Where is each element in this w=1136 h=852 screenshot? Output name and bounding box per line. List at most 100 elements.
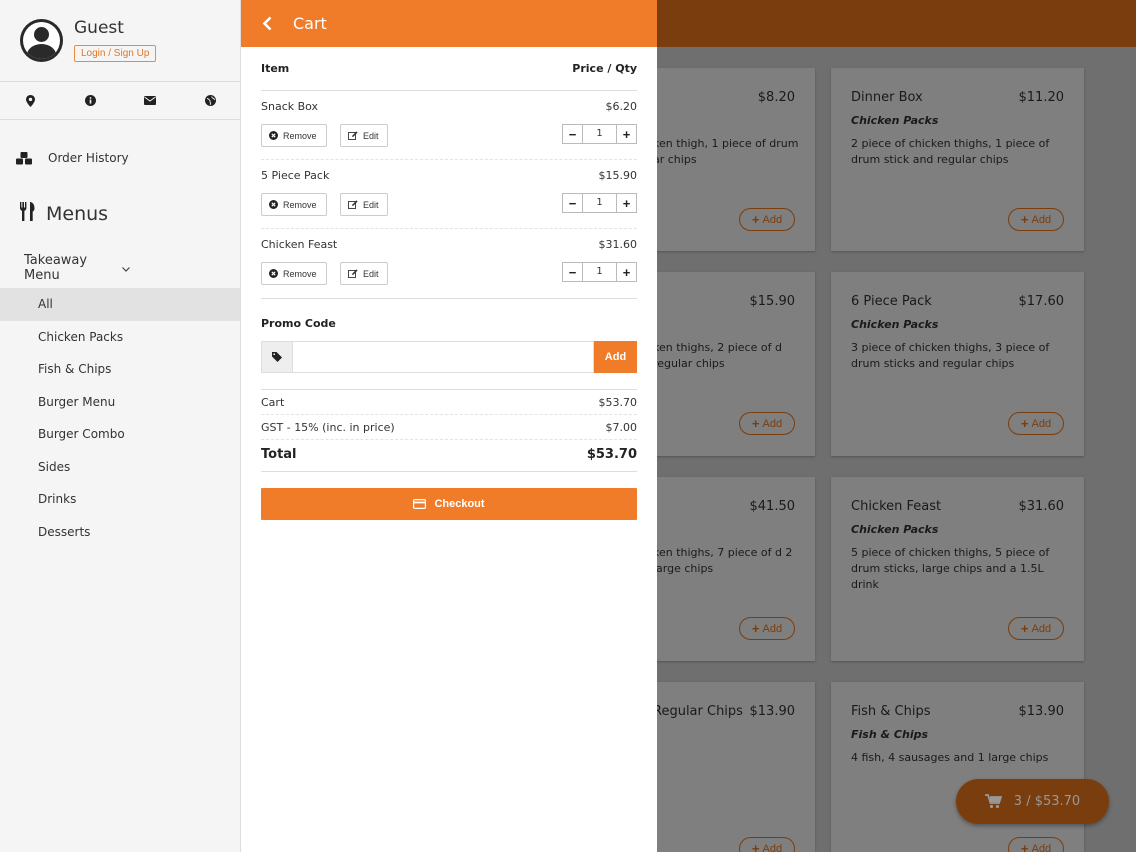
category-item-chicken-packs[interactable]: Chicken Packs: [0, 321, 240, 354]
category-item-sides[interactable]: Sides: [0, 451, 240, 484]
info-icon[interactable]: [60, 82, 120, 119]
card-description: ken thighs, 7 piece of d 2 large chips: [653, 546, 793, 575]
remove-item-button[interactable]: Remove: [261, 124, 327, 147]
column-item-label: Item: [261, 62, 290, 75]
cart-summary-fab[interactable]: 3 / $53.70: [956, 779, 1109, 824]
card-price: $31.60: [1018, 499, 1065, 514]
quantity-stepper: − 1 +: [562, 262, 637, 282]
cart-line-item: Chicken Feast $31.60 Remove Edit − 1 +: [261, 229, 637, 298]
login-signup-button[interactable]: Login / Sign Up: [74, 45, 157, 62]
info-icon-row: [0, 82, 240, 120]
total-value: $53.70: [586, 447, 637, 462]
card-name: 6 Piece Pack: [851, 294, 932, 309]
increase-qty-button[interactable]: +: [616, 124, 637, 144]
card-description: ken thighs, 2 piece of d regular chips: [653, 341, 782, 370]
decrease-qty-button[interactable]: −: [562, 124, 583, 144]
promo-code-input[interactable]: [293, 341, 594, 373]
gst-label: GST - 15% (inc. in price): [261, 420, 395, 434]
item-price: $6.20: [605, 100, 638, 113]
increase-qty-button[interactable]: +: [616, 193, 637, 213]
card-description: 5 piece of chicken thighs, 5 piece of dr…: [851, 546, 1050, 591]
column-price-qty-label: Price / Qty: [572, 62, 637, 75]
tag-icon: [261, 341, 293, 373]
card-description: 3 piece of chicken thighs, 3 piece of dr…: [851, 341, 1050, 370]
sidebar: Guest Login / Sign Up Order History Menu…: [0, 0, 241, 852]
item-price: $31.60: [598, 238, 638, 251]
card-price: $8.20: [757, 90, 795, 105]
card-add-button[interactable]: + Add: [739, 412, 795, 435]
category-item-burger-combo[interactable]: Burger Combo: [0, 418, 240, 451]
back-arrow-icon[interactable]: [241, 16, 293, 31]
order-history-link[interactable]: Order History: [0, 140, 240, 176]
remove-item-button[interactable]: Remove: [261, 193, 327, 216]
card-add-button[interactable]: + Add: [1008, 412, 1064, 435]
card-add-button[interactable]: + Add: [1008, 617, 1064, 640]
profile-section: Guest Login / Sign Up: [0, 0, 240, 82]
total-row: Total $53.70: [261, 440, 637, 472]
quantity-value[interactable]: 1: [583, 262, 616, 282]
increase-qty-button[interactable]: +: [616, 262, 637, 282]
edit-label: Edit: [363, 199, 379, 210]
card-category: Chicken Packs: [851, 114, 939, 127]
category-item-drinks[interactable]: Drinks: [0, 483, 240, 516]
times-circle-icon: [269, 200, 278, 209]
gst-value: $7.00: [605, 420, 638, 434]
category-item-all[interactable]: All: [0, 288, 240, 321]
category-item-fish-chips[interactable]: Fish & Chips: [0, 353, 240, 386]
cart-icon: [984, 794, 1002, 809]
card-add-button[interactable]: + Add: [1008, 208, 1064, 231]
promo-code-label: Promo Code: [261, 317, 336, 330]
apply-promo-button[interactable]: Add: [594, 341, 637, 373]
menus-title-text: Menus: [46, 203, 109, 225]
card-add-button[interactable]: + Add: [1008, 837, 1064, 852]
menu-card[interactable]: Dinner Box $11.20 Chicken Packs 2 piece …: [831, 68, 1084, 251]
cutlery-icon: [20, 202, 36, 226]
edit-item-button[interactable]: Edit: [340, 193, 388, 216]
total-label: Total: [261, 447, 297, 462]
remove-label: Remove: [283, 199, 317, 210]
cart-body: Item Price / Qty Snack Box $6.20 Remove …: [261, 47, 637, 520]
menu-card[interactable]: 6 Piece Pack $17.60 Chicken Packs 3 piec…: [831, 272, 1084, 456]
checkout-label: Checkout: [434, 498, 485, 510]
card-add-button[interactable]: + Add: [739, 208, 795, 231]
decrease-qty-button[interactable]: −: [562, 193, 583, 213]
times-circle-icon: [269, 131, 278, 140]
envelope-icon[interactable]: [120, 82, 180, 119]
card-description: ken thigh, 1 piece of drum ar chips: [653, 137, 799, 166]
card-add-button[interactable]: + Add: [739, 617, 795, 640]
times-circle-icon: [269, 269, 278, 278]
category-item-desserts[interactable]: Desserts: [0, 516, 240, 549]
quantity-value[interactable]: 1: [583, 193, 616, 213]
cart-header: Cart: [241, 0, 657, 47]
checkout-button[interactable]: Checkout: [261, 488, 637, 520]
gst-row: GST - 15% (inc. in price) $7.00: [261, 415, 637, 440]
card-add-button[interactable]: + Add: [739, 837, 795, 852]
menu-card[interactable]: Fish & Chips $13.90 Fish & Chips 4 fish,…: [831, 682, 1084, 852]
globe-icon[interactable]: [180, 82, 240, 119]
order-history-label: Order History: [48, 151, 129, 165]
cart-line-item: 5 Piece Pack $15.90 Remove Edit − 1 +: [261, 160, 637, 229]
edit-label: Edit: [363, 268, 379, 279]
remove-item-button[interactable]: Remove: [261, 262, 327, 285]
cubes-icon: [0, 151, 48, 165]
takeaway-menu-toggle[interactable]: Takeaway Menu: [0, 252, 240, 284]
subtotal-label: Cart: [261, 395, 285, 409]
card-name: Dinner Box: [851, 90, 923, 105]
edit-item-button[interactable]: Edit: [340, 124, 388, 147]
menu-card[interactable]: Chicken Feast $31.60 Chicken Packs 5 pie…: [831, 477, 1084, 661]
edit-item-button[interactable]: Edit: [340, 262, 388, 285]
card-price: $15.90: [749, 294, 796, 309]
promo-code-section: Promo Code Add: [261, 298, 637, 390]
remove-label: Remove: [283, 268, 317, 279]
quantity-value[interactable]: 1: [583, 124, 616, 144]
category-list: All Chicken Packs Fish & Chips Burger Me…: [0, 288, 240, 548]
chevron-down-icon: [122, 261, 220, 276]
map-marker-icon[interactable]: [0, 82, 60, 119]
card-name: Chicken Feast: [851, 499, 942, 514]
user-avatar-icon: [20, 19, 63, 62]
category-item-burger-menu[interactable]: Burger Menu: [0, 386, 240, 419]
takeaway-menu-label: Takeaway Menu: [24, 253, 88, 283]
decrease-qty-button[interactable]: −: [562, 262, 583, 282]
card-category: Chicken Packs: [851, 523, 939, 536]
card-price: $41.50: [749, 499, 796, 514]
